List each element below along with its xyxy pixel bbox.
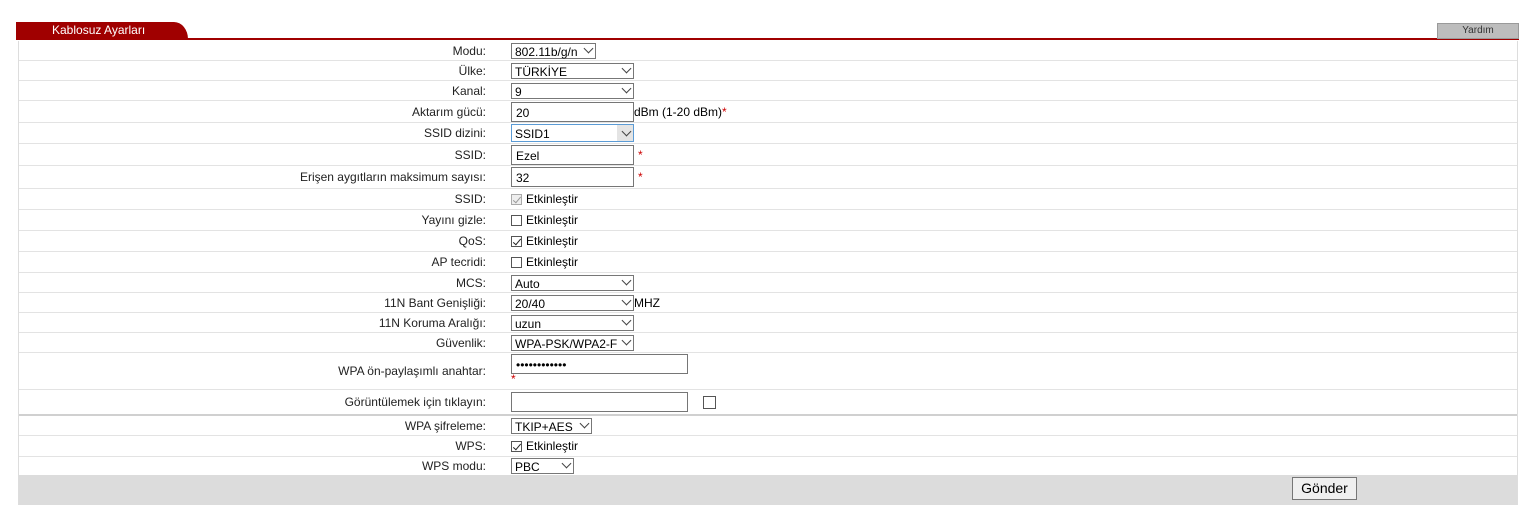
row-wpa-encryption: WPA şifreleme: TKIP+AES <box>19 416 1517 436</box>
wpa-encryption-select[interactable]: TKIP+AES <box>511 417 592 434</box>
wps-option: Etkinleştir <box>526 439 579 453</box>
row-ssid: SSID: Ezel * <box>19 144 1517 166</box>
channel-label: Kanal: <box>451 83 486 98</box>
tx-power-label: Aktarım gücü: <box>411 104 486 119</box>
chevron-down-icon <box>621 315 632 325</box>
bandwidth-unit: MHZ <box>634 295 660 310</box>
ssid-enable-label: SSID: <box>454 192 486 206</box>
show-key-checkbox[interactable] <box>703 395 716 409</box>
bandwidth-label: 11N Bant Genişliği: <box>384 295 486 310</box>
security-label: Güvenlik: <box>435 335 486 350</box>
required-mark: * <box>638 170 643 184</box>
row-tx-power: Aktarım gücü: 20 dBm (1-20 dBm) * <box>19 101 1517 123</box>
wpa-encryption-label: WPA şifreleme: <box>404 418 486 433</box>
row-max-devices: Erişen aygıtların maksimum sayısı: 32 * <box>19 166 1517 189</box>
country-select[interactable]: TÜRKİYE <box>511 62 634 79</box>
chevron-down-icon <box>621 335 632 345</box>
page-header: Kablosuz Ayarları Yardım <box>16 22 1519 40</box>
qos-checkbox[interactable] <box>511 235 522 247</box>
ssid-index-label: SSID dizini: <box>423 126 486 140</box>
ap-isolation-checkbox[interactable] <box>511 256 522 268</box>
country-label: Ülke: <box>458 63 486 78</box>
mode-label: Modu: <box>452 43 486 58</box>
required-mark: * <box>638 147 643 162</box>
row-mode: Modu: 802.11b/g/n <box>19 41 1517 61</box>
channel-select[interactable]: 9 <box>511 82 634 99</box>
ssid-enable-checkbox[interactable] <box>511 193 522 205</box>
tx-power-unit: dBm (1-20 dBm) <box>634 104 723 119</box>
wps-mode-select[interactable]: PBC <box>511 458 574 474</box>
row-bandwidth: 11N Bant Genişliği: 20/40 MHZ <box>19 293 1517 313</box>
show-key-input[interactable] <box>511 392 688 412</box>
row-wps-mode: WPS modu: PBC <box>19 457 1517 475</box>
form-footer: Gönder <box>19 475 1517 505</box>
chevron-down-icon <box>561 458 572 469</box>
hide-broadcast-label: Yayını gizle: <box>421 213 486 227</box>
row-wpa-key: WPA ön-paylaşımlı anahtar: •••••••••••• … <box>19 353 1517 390</box>
ssid-index-select[interactable]: SSID1 <box>511 124 634 142</box>
qos-label: QoS: <box>458 234 486 248</box>
row-wps: WPS: Etkinleştir <box>19 436 1517 457</box>
chevron-down-icon <box>621 295 632 305</box>
chevron-down-icon <box>621 63 632 73</box>
guard-interval-select[interactable]: uzun <box>511 314 634 331</box>
required-mark: * <box>511 372 516 386</box>
max-devices-label: Erişen aygıtların maksimum sayısı: <box>299 170 486 184</box>
chevron-down-icon <box>621 83 632 93</box>
row-channel: Kanal: 9 <box>19 81 1517 101</box>
chevron-down-icon <box>579 418 590 428</box>
mcs-select[interactable]: Auto <box>511 274 634 291</box>
row-hide-broadcast: Yayını gizle: Etkinleştir <box>19 210 1517 231</box>
required-mark: * <box>722 104 727 119</box>
ssid-enable-option: Etkinleştir <box>526 192 579 206</box>
help-button[interactable]: Yardım <box>1437 23 1519 39</box>
row-security: Güvenlik: WPA-PSK/WPA2-F <box>19 333 1517 353</box>
chevron-down-icon <box>621 275 632 285</box>
security-select[interactable]: WPA-PSK/WPA2-F <box>511 334 634 351</box>
show-key-label: Görüntülemek için tıklayın: <box>344 395 486 409</box>
guard-interval-label: 11N Koruma Aralığı: <box>378 315 486 330</box>
wps-checkbox[interactable] <box>511 440 522 452</box>
tx-power-input[interactable]: 20 <box>511 101 634 122</box>
ap-isolation-option: Etkinleştir <box>526 255 579 269</box>
qos-option: Etkinleştir <box>526 234 579 248</box>
wpa-key-label: WPA ön-paylaşımlı anahtar: <box>338 364 486 378</box>
mode-select[interactable]: 802.11b/g/n <box>511 42 596 59</box>
row-country: Ülke: TÜRKİYE <box>19 61 1517 81</box>
wps-mode-label: WPS modu: <box>421 459 486 473</box>
page-title-tab: Kablosuz Ayarları <box>16 22 188 39</box>
wireless-settings-form: Modu: 802.11b/g/n Ülke: TÜRKİYE Kanal: 9… <box>18 41 1518 505</box>
ssid-label: SSID: <box>454 147 486 162</box>
bandwidth-select[interactable]: 20/40 <box>511 294 634 311</box>
chevron-down-icon <box>583 43 594 53</box>
wpa-key-input[interactable]: •••••••••••• <box>511 354 688 374</box>
header-divider <box>16 38 1519 40</box>
row-guard-interval: 11N Koruma Aralığı: uzun <box>19 313 1517 333</box>
row-qos: QoS: Etkinleştir <box>19 231 1517 252</box>
row-ssid-index: SSID dizini: SSID1 <box>19 123 1517 144</box>
row-show-key: Görüntülemek için tıklayın: <box>19 390 1517 416</box>
row-ssid-enable: SSID: Etkinleştir <box>19 189 1517 210</box>
mcs-label: MCS: <box>456 275 486 290</box>
row-ap-isolation: AP tecridi: Etkinleştir <box>19 252 1517 273</box>
hide-broadcast-option: Etkinleştir <box>526 213 579 227</box>
ssid-input[interactable]: Ezel <box>511 144 634 165</box>
ap-isolation-label: AP tecridi: <box>431 255 486 269</box>
row-mcs: MCS: Auto <box>19 273 1517 293</box>
wps-label: WPS: <box>455 439 486 453</box>
submit-button[interactable]: Gönder <box>1292 477 1357 500</box>
hide-broadcast-checkbox[interactable] <box>511 214 522 226</box>
max-devices-input[interactable]: 32 <box>511 167 634 187</box>
